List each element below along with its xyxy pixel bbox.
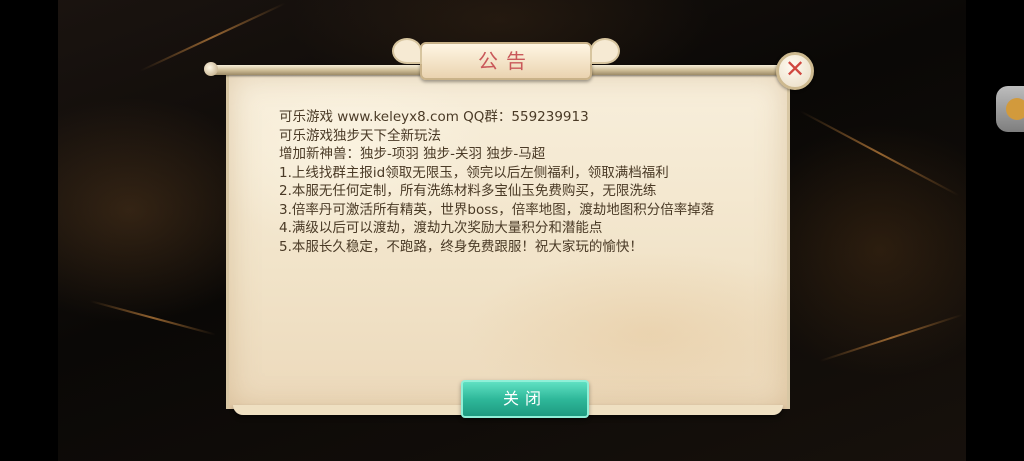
announcement-line: 可乐游戏独步天下全新玩法 <box>279 127 441 144</box>
announcement-dialog: 可乐游戏 www.keleyx8.com QQ群：559239913 可乐游戏独… <box>204 38 814 418</box>
title-plate: 公告 <box>392 38 620 80</box>
background-streak <box>799 110 960 197</box>
close-x-icon[interactable]: ✕ <box>776 52 814 90</box>
announcement-line: 2.本服无任何定制，所有洗练材料多宝仙玉免费购买，无限洗练 <box>279 183 657 199</box>
side-menu-orb-icon[interactable] <box>996 86 1024 132</box>
dialog-title: 公告 <box>478 49 534 73</box>
announcement-text: 可乐游戏 www.keleyx8.com QQ群：559239913 可乐游戏独… <box>279 108 759 256</box>
announcement-line: 可乐游戏 www.keleyx8.com QQ群：559239913 <box>279 109 589 125</box>
close-dialog-button[interactable]: 关闭 <box>461 380 589 418</box>
title-ornament-left <box>392 38 422 64</box>
scroll-paper: 可乐游戏 www.keleyx8.com QQ群：559239913 可乐游戏独… <box>226 74 790 418</box>
background-streak <box>89 300 216 336</box>
announcement-line: 1.上线找群主报id领取无限玉，领完以后左侧福利，领取满档福利 <box>279 164 669 181</box>
announcement-line: 4.满级以后可以渡劫，渡劫九次奖励大量积分和潜能点 <box>279 220 603 236</box>
side-orb-core <box>1006 98 1024 120</box>
announcement-line: 3.倍率丹可激活所有精英，世界boss，倍率地图，渡劫地图积分倍率掉落 <box>279 201 715 218</box>
close-x-glyph: ✕ <box>785 55 806 83</box>
background-streak <box>819 313 963 362</box>
left-letterbox <box>0 0 58 461</box>
title-ornament-right <box>590 38 620 64</box>
announcement-line: 5.本服长久稳定，不跑路，终身免费跟服！祝大家玩的愉快！ <box>279 238 643 255</box>
right-letterbox <box>966 0 1024 461</box>
announcement-line: 增加新神兽：独步-项羽 独步-关羽 独步-马超 <box>279 146 546 162</box>
rod-cap-left <box>204 62 218 76</box>
